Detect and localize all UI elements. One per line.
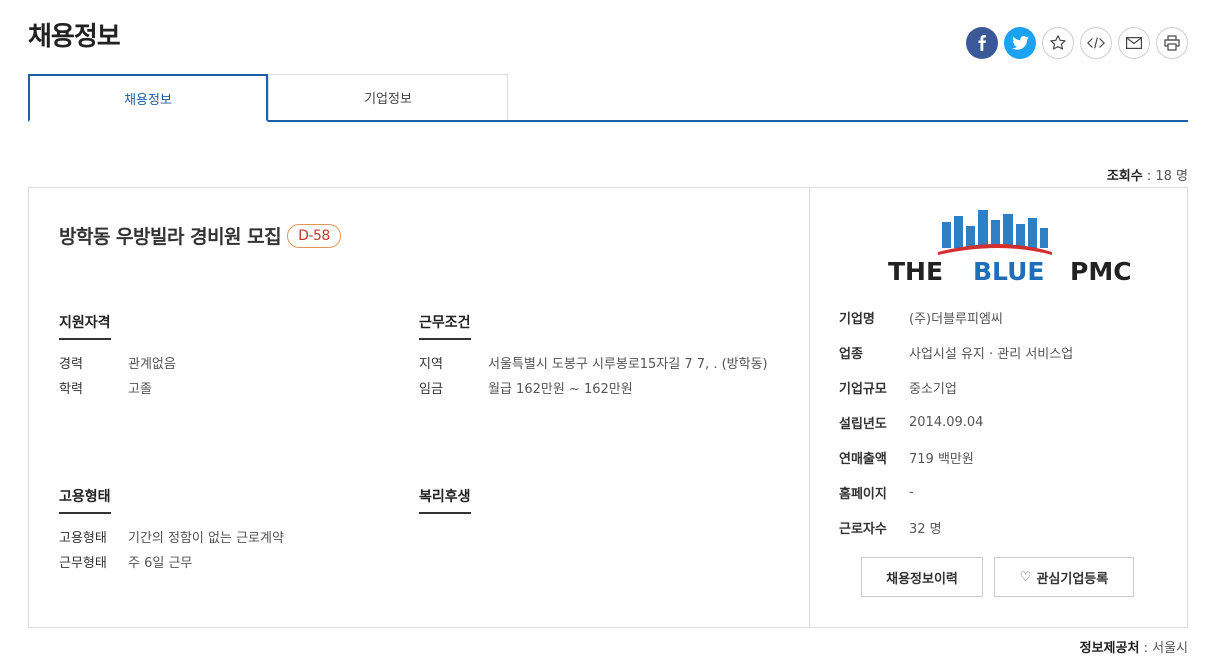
info-row: 고용형태 기간의 정함이 없는 근로계약 (59, 526, 418, 551)
twitter-icon[interactable] (1004, 27, 1036, 59)
row-value: 서울특별시 도봉구 시루봉로15자길 7 7, . (방학동) (488, 357, 768, 372)
dday-badge: D-58 (287, 223, 341, 248)
row-value: 32 명 (909, 522, 942, 537)
logo-text-pmc: PMC (1070, 257, 1132, 283)
row-value: 주 6일 근무 (128, 556, 193, 571)
row-key: 근무형태 (59, 556, 107, 571)
print-icon[interactable] (1156, 27, 1188, 59)
row-value: 2014.09.04 (909, 415, 984, 430)
job-detail-panel: 방학동 우방빌라 경비원 모집 D-58 지원자격 경력 관계없음 학력 고졸 근무… (28, 187, 1188, 628)
company-info-row: 홈페이지 - (839, 475, 1073, 510)
company-info-row: 기업명 (주)더블루피엠씨 (839, 300, 1073, 335)
conditions-section: 근무조건 지역 서울특별시 도봉구 시루봉로15자길 7 7, . (방학동) 임… (419, 312, 778, 402)
favorite-company-label: 관심기업등록 (1036, 571, 1109, 587)
tab-bar: 채용정보 기업정보 (28, 74, 1188, 122)
favorite-company-button[interactable]: ♡ 관심기업등록 (994, 557, 1134, 597)
row-key: 경력 (59, 357, 83, 372)
info-provider-separator: : (1139, 641, 1153, 656)
company-info-list: 기업명 (주)더블루피엠씨 업종 사업시설 유지 · 관리 서비스업 기업규모 중소기… (839, 300, 1073, 545)
row-key: 근로자수 (839, 522, 887, 537)
row-value: 719 백만원 (909, 452, 974, 467)
job-history-label: 채용정보이력 (886, 571, 958, 587)
row-value: (주)더블루피엠씨 (909, 312, 1003, 327)
row-key: 지역 (419, 357, 443, 372)
logo-text-blue: BLUE (973, 257, 1044, 283)
row-key: 기업명 (839, 312, 875, 327)
mail-icon[interactable] (1118, 27, 1150, 59)
section-heading: 고용형태 (59, 486, 111, 514)
info-row: 학력 고졸 (59, 377, 418, 402)
embed-code-icon[interactable] (1080, 27, 1112, 59)
row-value: 고졸 (128, 382, 152, 397)
view-count-separator: : (1142, 169, 1156, 184)
info-provider-value: 서울시 (1152, 641, 1188, 656)
section-heading: 근무조건 (419, 312, 471, 340)
company-info-row: 기업규모 중소기업 (839, 370, 1073, 405)
row-key: 홈페이지 (839, 487, 887, 502)
facebook-icon[interactable] (966, 27, 998, 59)
company-logo: THE BLUE PMC (860, 208, 1140, 286)
info-provider: 정보제공처 : 서울시 (1080, 637, 1188, 656)
company-card: THE BLUE PMC 기업명 (주)더블루피엠씨 업종 사업시설 유지 · 관리… (810, 188, 1187, 627)
view-count-value: 18 명 (1155, 169, 1188, 184)
employment-section: 고용형태 고용형태 기간의 정함이 없는 근로계약 근무형태 주 6일 근무 (59, 486, 418, 576)
company-info-row: 설립년도 2014.09.04 (839, 405, 1073, 440)
row-key: 고용형태 (59, 531, 107, 546)
company-info-row: 근로자수 32 명 (839, 510, 1073, 545)
tab-job-info[interactable]: 채용정보 (28, 74, 268, 122)
section-heading: 지원자격 (59, 312, 111, 340)
welfare-section: 복리후생 (419, 486, 471, 514)
row-value: 관계없음 (128, 357, 176, 372)
section-heading: 복리후생 (419, 486, 471, 514)
company-info-row: 업종 사업시설 유지 · 관리 서비스업 (839, 335, 1073, 370)
job-title-text: 방학동 우방빌라 경비원 모집 (59, 226, 282, 248)
info-row: 경력 관계없음 (59, 352, 418, 377)
row-value: 월급 162만원 ~ 162만원 (488, 382, 633, 397)
row-key: 업종 (839, 347, 863, 362)
info-row: 근무형태 주 6일 근무 (59, 551, 418, 576)
row-key: 설립년도 (839, 417, 887, 432)
heart-icon: ♡ (1019, 569, 1032, 585)
company-info-row: 연매출액 719 백만원 (839, 440, 1073, 475)
view-count: 조회수 : 18 명 (1107, 165, 1188, 184)
row-value: 중소기업 (909, 382, 957, 397)
row-value: 기간의 정함이 없는 근로계약 (128, 531, 284, 546)
job-title: 방학동 우방빌라 경비원 모집 D-58 (59, 222, 341, 249)
row-value: 사업시설 유지 · 관리 서비스업 (909, 347, 1074, 362)
logo-text-the: THE (888, 257, 943, 283)
view-count-label: 조회수 (1106, 169, 1143, 184)
info-row: 지역 서울특별시 도봉구 시루봉로15자길 7 7, . (방학동) (419, 352, 778, 377)
tab-company-info[interactable]: 기업정보 (268, 74, 508, 120)
info-row: 임금 월급 162만원 ~ 162만원 (419, 377, 778, 402)
row-key: 연매출액 (839, 452, 887, 467)
job-history-button[interactable]: 채용정보이력 (861, 557, 983, 597)
row-value: - (909, 485, 914, 500)
row-key: 기업규모 (839, 382, 887, 397)
info-provider-label: 정보제공처 (1079, 641, 1140, 656)
star-icon[interactable] (1042, 27, 1074, 59)
row-key: 학력 (59, 382, 83, 397)
page-title: 채용정보 (28, 22, 121, 52)
row-key: 임금 (419, 382, 443, 397)
job-summary: 방학동 우방빌라 경비원 모집 D-58 지원자격 경력 관계없음 학력 고졸 근무… (29, 188, 810, 627)
qualification-section: 지원자격 경력 관계없음 학력 고졸 (59, 312, 418, 402)
share-toolbar (966, 27, 1188, 59)
